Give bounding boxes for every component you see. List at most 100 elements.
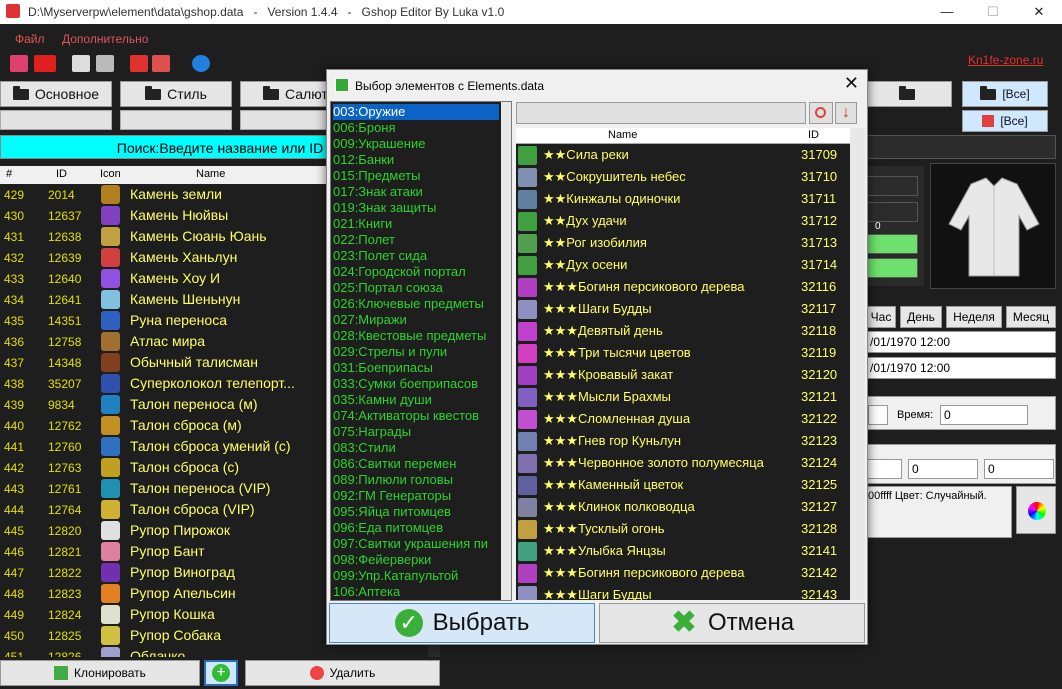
category-item[interactable]: 024:Городской портал: [333, 264, 499, 280]
category-item[interactable]: 028:Квестовые предметы: [333, 328, 499, 344]
category-item[interactable]: 031:Боеприпасы: [333, 360, 499, 376]
col-item-name[interactable]: Name: [608, 129, 637, 141]
category-item[interactable]: 006:Броня: [333, 120, 499, 136]
list-item[interactable]: ★★★Сломленная душа 32122: [516, 408, 850, 430]
menu-extra[interactable]: Дополнительно: [62, 32, 148, 46]
category-main-button[interactable]: Основное: [0, 81, 112, 107]
date-end-field[interactable]: /01/1970 12:00: [866, 357, 1056, 379]
select-button[interactable]: ✓ Выбрать: [329, 603, 595, 643]
list-item[interactable]: ★★★Клинок полководца 32127: [516, 496, 850, 518]
close-window-button[interactable]: ✕: [1016, 0, 1062, 24]
col-name[interactable]: Name: [196, 168, 225, 180]
list-item[interactable]: ★★★Улыбка Янцзы 32141: [516, 540, 850, 562]
export-icon[interactable]: [130, 55, 148, 72]
category-scrollbar[interactable]: [501, 102, 511, 600]
category-item[interactable]: 025:Портал союза: [333, 280, 499, 296]
list-item[interactable]: ★★★Девятый день 32118: [516, 320, 850, 342]
category-style-button[interactable]: Стиль: [120, 81, 232, 107]
color-text[interactable]: 00ffff Цвет: Случайный.: [864, 486, 1012, 538]
maximize-button[interactable]: ☐: [970, 0, 1016, 24]
category-item[interactable]: 086:Свитки перемен: [333, 456, 499, 472]
minimize-button[interactable]: —: [924, 0, 970, 24]
category-item[interactable]: 022:Полет: [333, 232, 499, 248]
add-button[interactable]: +: [204, 660, 238, 686]
time-input[interactable]: 0: [940, 405, 1028, 425]
category-item[interactable]: 035:Камни души: [333, 392, 499, 408]
list-item[interactable]: ★★Сила реки 31709: [516, 144, 850, 166]
list-item[interactable]: ★★★Гнев гор Куньлун 32123: [516, 430, 850, 452]
category-item[interactable]: 029:Стрелы и пули: [333, 344, 499, 360]
spinner-b[interactable]: 0: [908, 459, 978, 479]
dialog-search-button[interactable]: [809, 102, 833, 124]
list-item[interactable]: ★★★Каменный цветок 32125: [516, 474, 850, 496]
hour-button[interactable]: Час: [866, 306, 896, 328]
category-item[interactable]: 033:Сумки боеприпасов: [333, 376, 499, 392]
category-item[interactable]: 015:Предметы: [333, 168, 499, 184]
spinner-c[interactable]: 0: [984, 459, 1054, 479]
col-num[interactable]: #: [6, 168, 12, 180]
col-item-id[interactable]: ID: [808, 129, 819, 141]
month-button[interactable]: Месяц: [1006, 306, 1056, 328]
category-item[interactable]: 074:Активаторы квестов: [333, 408, 499, 424]
category-item[interactable]: 009:Украшение: [333, 136, 499, 152]
spinner-a[interactable]: [866, 459, 902, 479]
list-item[interactable]: ★★★Шаги Будды 32143: [516, 584, 850, 600]
category-item[interactable]: 099:Упр.Катапультой: [333, 568, 499, 584]
green-field-2[interactable]: [866, 258, 918, 278]
list-item[interactable]: ★★★Червонное золото полумесяца 32124: [516, 452, 850, 474]
category-extra-button[interactable]: [862, 81, 952, 107]
info-icon[interactable]: [192, 55, 210, 72]
table-row[interactable]: 451 12826 Облачко: [0, 646, 428, 657]
filter-all-button[interactable]: [Все]: [962, 81, 1048, 107]
category-salute-button[interactable]: Салют: [240, 81, 330, 107]
list-item[interactable]: ★★★Богиня персикового дерева 32142: [516, 562, 850, 584]
site-link[interactable]: Kn1fe-zone.ru: [968, 53, 1043, 67]
category-item[interactable]: 089:Пилюли головы: [333, 472, 499, 488]
cancel-button[interactable]: ✖ Отмена: [599, 603, 865, 643]
category-item[interactable]: 092:ГМ Генераторы: [333, 488, 499, 504]
menu-file[interactable]: Файл: [15, 32, 45, 46]
category-item[interactable]: 026:Ключевые предметы: [333, 296, 499, 312]
clone-button[interactable]: Клонировать: [0, 660, 200, 686]
category-item[interactable]: 021:Книги: [333, 216, 499, 232]
col-id[interactable]: ID: [56, 168, 67, 180]
list-item[interactable]: ★★★Три тысячи цветов 32119: [516, 342, 850, 364]
list-item[interactable]: ★★Дух осени 31714: [516, 254, 850, 276]
export-all-icon[interactable]: [152, 55, 170, 72]
date-start-field[interactable]: /01/1970 12:00: [866, 331, 1056, 353]
green-field-1[interactable]: [866, 234, 918, 254]
category-item[interactable]: 098:Фейерверки: [333, 552, 499, 568]
time-spinner-left[interactable]: [868, 405, 888, 425]
right-field[interactable]: [864, 135, 1056, 159]
list-item[interactable]: ★★Рог изобилия 31713: [516, 232, 850, 254]
category-item[interactable]: 023:Полет сида: [333, 248, 499, 264]
prop-field-1[interactable]: [866, 176, 918, 196]
save-icon[interactable]: [72, 55, 90, 72]
open-folder-icon[interactable]: [10, 55, 28, 72]
color-picker-button[interactable]: [1016, 486, 1056, 534]
dialog-search-input[interactable]: [516, 102, 806, 124]
list-item[interactable]: ★★★Тусклый огонь 32128: [516, 518, 850, 540]
category-item[interactable]: 106:Аптека: [333, 584, 499, 600]
list-item[interactable]: ★★Кинжалы одиночки 31711: [516, 188, 850, 210]
dialog-close-button[interactable]: ✕: [844, 73, 859, 94]
category-item[interactable]: 096:Еда питомцев: [333, 520, 499, 536]
element-item-list[interactable]: ★★Сила реки 31709 ★★Сокрушитель небес 31710…: [516, 144, 850, 600]
list-item[interactable]: ★★★Богиня персикового дерева 32116: [516, 276, 850, 298]
list-item[interactable]: ★★Сокрушитель небес 31710: [516, 166, 850, 188]
filter-all-sub-button[interactable]: [Все]: [962, 110, 1048, 132]
category-item[interactable]: 097:Свитки украшения пи: [333, 536, 499, 552]
col-icon[interactable]: Icon: [100, 168, 121, 180]
category-item[interactable]: 003:Оружие: [333, 104, 499, 120]
save-as-icon[interactable]: [96, 55, 114, 72]
subcategory-button-2[interactable]: [120, 110, 232, 130]
category-list[interactable]: 003:Оружие 006:Броня 009:Украшение 012:Банк…: [330, 101, 512, 601]
subcategory-button-3[interactable]: [240, 110, 330, 130]
list-item[interactable]: ★★★Мысли Брахмы 32121: [516, 386, 850, 408]
delete-button[interactable]: Удалить: [245, 660, 440, 686]
list-item[interactable]: ★★★Шаги Будды 32117: [516, 298, 850, 320]
category-item[interactable]: 075:Награды: [333, 424, 499, 440]
list-item[interactable]: ★★Дух удачи 31712: [516, 210, 850, 232]
category-item[interactable]: 083:Стили: [333, 440, 499, 456]
day-button[interactable]: День: [900, 306, 942, 328]
